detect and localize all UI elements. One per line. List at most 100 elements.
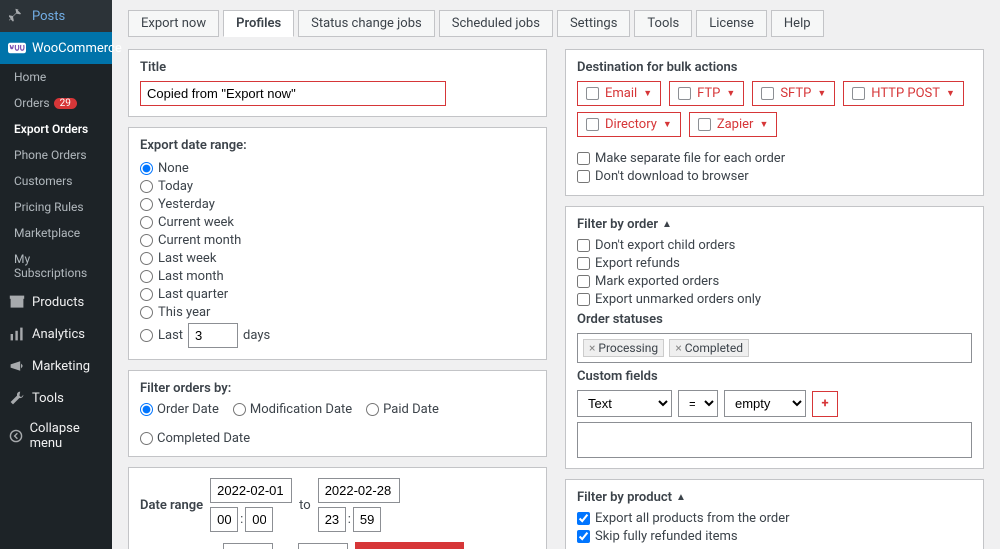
radio-yesterday[interactable] [140, 198, 153, 211]
time-from-h[interactable] [210, 507, 238, 532]
filter-order-panel: Filter by order▲ Don't export child orde… [565, 206, 984, 469]
checkbox-icon [698, 118, 711, 131]
custom-fields-label: Custom fields [577, 369, 972, 384]
time-from-m[interactable] [245, 507, 273, 532]
check-unmarked-only[interactable] [577, 293, 590, 306]
check-dont-download[interactable] [577, 170, 590, 183]
megaphone-icon [8, 357, 26, 375]
radio-modification-date[interactable] [233, 403, 246, 416]
last-n-input[interactable] [188, 323, 238, 348]
collapse-icon [8, 427, 24, 445]
sidebar-posts[interactable]: Posts [0, 0, 112, 32]
radio-last-n[interactable] [140, 329, 153, 342]
orders-to-input[interactable] [298, 543, 348, 549]
sidebar-marketing[interactable]: Marketing [0, 350, 112, 382]
title-input[interactable] [140, 81, 446, 106]
add-cf-button[interactable]: + [812, 391, 838, 417]
left-column: Title Export date range: None Today Yest… [128, 49, 547, 549]
cf-type-select[interactable]: Text [577, 390, 672, 417]
sidebar-sub-orders[interactable]: Orders29 [0, 90, 112, 116]
check-export-all-products[interactable] [577, 512, 590, 525]
filter-orders-label: Filter orders by: [140, 381, 535, 396]
date-from-input[interactable] [210, 478, 292, 503]
radio-last-month[interactable] [140, 270, 153, 283]
radio-current-month[interactable] [140, 234, 153, 247]
dest-email[interactable]: Email▼ [577, 81, 661, 106]
chevron-down-icon: ▼ [817, 88, 826, 99]
radio-current-week[interactable] [140, 216, 153, 229]
check-child-orders[interactable] [577, 239, 590, 252]
filter-orders-panel: Filter orders by: Order Date Modificatio… [128, 370, 547, 457]
check-separate-file[interactable] [577, 152, 590, 165]
radio-today[interactable] [140, 180, 153, 193]
chevron-up-icon: ▲ [662, 219, 672, 230]
check-export-refunds[interactable] [577, 257, 590, 270]
check-mark-exported[interactable] [577, 275, 590, 288]
tab-scheduled[interactable]: Scheduled jobs [439, 10, 553, 37]
radio-none[interactable] [140, 162, 153, 175]
tab-profiles[interactable]: Profiles [223, 10, 294, 37]
status-tag-processing[interactable]: ×Processing [583, 339, 664, 357]
dest-http[interactable]: HTTP POST▼ [843, 81, 964, 106]
time-to-m[interactable] [353, 507, 381, 532]
tab-license[interactable]: License [696, 10, 767, 37]
woo-icon [8, 39, 26, 57]
radio-order-date[interactable] [140, 403, 153, 416]
dest-sftp[interactable]: SFTP▼ [752, 81, 835, 106]
filter-product-header[interactable]: Filter by product▲ [577, 490, 972, 505]
time-to-h[interactable] [318, 507, 346, 532]
sidebar-sub-home[interactable]: Home [0, 64, 112, 90]
chevron-down-icon: ▼ [726, 88, 735, 99]
dest-zapier[interactable]: Zapier▼ [689, 112, 778, 137]
radio-last-week[interactable] [140, 252, 153, 265]
express-export-button[interactable]: Express export [355, 542, 464, 549]
sidebar-sub-my-subscriptions[interactable]: My Subscriptions [0, 246, 112, 286]
tab-help[interactable]: Help [771, 10, 824, 37]
sidebar-sub-phone-orders[interactable]: Phone Orders [0, 142, 112, 168]
title-label: Title [140, 60, 535, 75]
custom-fields-box[interactable] [577, 422, 972, 458]
destination-label: Destination for bulk actions [577, 60, 972, 75]
sidebar-woocommerce[interactable]: WooCommerce [0, 32, 112, 64]
sidebar-label: Collapse menu [30, 421, 104, 451]
tab-settings[interactable]: Settings [557, 10, 630, 37]
sidebar-tools[interactable]: Tools [0, 382, 112, 414]
sidebar-collapse[interactable]: Collapse menu [0, 414, 112, 458]
right-column: Destination for bulk actions Email▼ FTP▼… [565, 49, 984, 549]
cf-op-select[interactable]: = [678, 390, 718, 417]
admin-sidebar: Posts WooCommerce Home Orders29 Export O… [0, 0, 112, 549]
close-icon[interactable]: × [589, 341, 595, 355]
radio-last-quarter[interactable] [140, 288, 153, 301]
check-skip-refunded[interactable] [577, 530, 590, 543]
radio-paid-date[interactable] [366, 403, 379, 416]
order-statuses-box[interactable]: ×Processing ×Completed [577, 333, 972, 363]
radio-completed-date[interactable] [140, 432, 153, 445]
sidebar-sub-marketplace[interactable]: Marketplace [0, 220, 112, 246]
tab-tools[interactable]: Tools [634, 10, 692, 37]
filter-order-header[interactable]: Filter by order▲ [577, 217, 972, 232]
sidebar-sub-customers[interactable]: Customers [0, 168, 112, 194]
wrench-icon [8, 389, 26, 407]
sidebar-analytics[interactable]: Analytics [0, 318, 112, 350]
checkbox-icon [761, 87, 774, 100]
cf-val-select[interactable]: empty [724, 390, 806, 417]
date-range-inputs-panel: Date range : to : [128, 467, 547, 549]
dest-ftp[interactable]: FTP▼ [669, 81, 744, 106]
sidebar-sub-pricing-rules[interactable]: Pricing Rules [0, 194, 112, 220]
date-range-panel: Export date range: None Today Yesterday … [128, 127, 547, 360]
dest-directory[interactable]: Directory▼ [577, 112, 681, 137]
sidebar-sub-export-orders[interactable]: Export Orders [0, 116, 112, 142]
orders-from-input[interactable] [223, 543, 273, 549]
radio-this-year[interactable] [140, 306, 153, 319]
date-to-input[interactable] [318, 478, 400, 503]
close-icon[interactable]: × [675, 341, 681, 355]
chevron-down-icon: ▼ [759, 119, 768, 130]
tab-export-now[interactable]: Export now [128, 10, 219, 37]
tab-status-change[interactable]: Status change jobs [298, 10, 435, 37]
orders-badge: 29 [54, 98, 77, 109]
sidebar-products[interactable]: Products [0, 286, 112, 318]
status-tag-completed[interactable]: ×Completed [669, 339, 749, 357]
filter-product-panel: Filter by product▲ Export all products f… [565, 479, 984, 549]
chart-icon [8, 325, 26, 343]
sidebar-label: Products [32, 295, 84, 310]
